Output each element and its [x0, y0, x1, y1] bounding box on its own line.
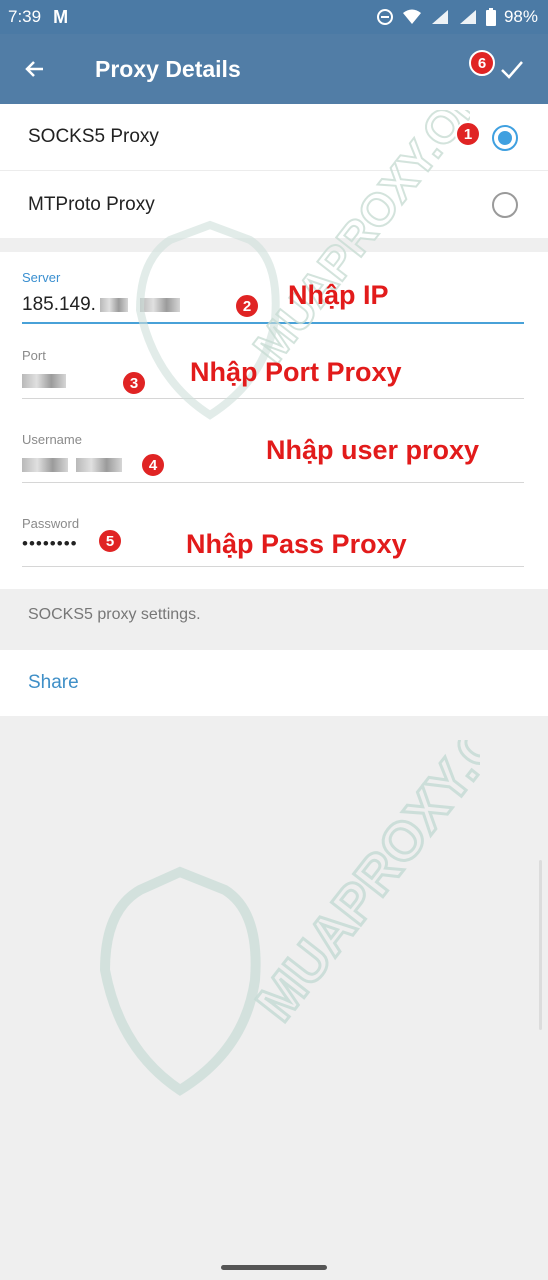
proxy-type-label: SOCKS5 Proxy: [28, 126, 159, 147]
redacted-mask: [22, 457, 68, 472]
watermark-logo: MUAPROXY.ORG: [99, 740, 480, 1096]
redacted-mask: [76, 457, 122, 472]
radio-unselected-icon[interactable]: [492, 192, 518, 218]
page-title: Proxy Details: [95, 55, 241, 82]
back-arrow-icon: [25, 61, 43, 77]
redacted-mask: [99, 297, 128, 312]
annotation-note: Nhập Port Proxy: [190, 357, 402, 387]
step-badge: 6: [469, 50, 495, 76]
check-icon: [501, 61, 523, 79]
save-button[interactable]: [494, 51, 530, 87]
status-icons: 98%: [376, 7, 538, 27]
redacted-mask: [22, 373, 66, 388]
username-label: Username: [22, 432, 82, 447]
radio-selected-icon[interactable]: [492, 125, 518, 151]
watermark-text: MUAPROXY.ORG: [245, 740, 480, 1032]
step-badge: 2: [234, 293, 260, 319]
gesture-nav-bar[interactable]: [221, 1265, 327, 1270]
username-input[interactable]: [22, 454, 122, 476]
server-input[interactable]: 185.149.: [22, 294, 180, 316]
annotation-note: Nhập user proxy: [266, 435, 480, 465]
redacted-mask: [139, 297, 180, 312]
step-badge: 3: [121, 370, 147, 396]
step-badge: 1: [455, 121, 481, 147]
signal-icon: [459, 10, 476, 24]
port-input[interactable]: [22, 370, 66, 392]
gmail-icon: M: [53, 6, 69, 27]
password-input[interactable]: ••••••••: [22, 534, 78, 554]
battery-icon: [485, 8, 496, 26]
password-label: Password: [22, 516, 80, 531]
back-button[interactable]: [0, 34, 70, 104]
port-label: Port: [22, 348, 46, 363]
server-field[interactable]: Server 185.149.: [22, 270, 524, 325]
port-underline: [22, 398, 524, 399]
battery-level: 98%: [503, 7, 538, 26]
signal-icon: [431, 10, 448, 24]
step-badge: 5: [97, 528, 123, 554]
dnd-icon: [376, 9, 393, 25]
proxy-type-mtproto[interactable]: MTProto Proxy: [0, 171, 548, 238]
share-section: Share: [0, 650, 548, 716]
server-label: Server: [22, 270, 61, 285]
annotation-note: Nhập Pass Proxy: [186, 529, 407, 559]
server-underline: [22, 322, 524, 324]
status-bar: 7:39 M 98%: [0, 0, 548, 34]
scrollbar[interactable]: [539, 860, 542, 1030]
info-text: SOCKS5 proxy settings.: [28, 606, 201, 623]
wifi-icon: [402, 9, 421, 24]
password-underline: [22, 566, 524, 567]
username-underline: [22, 482, 524, 483]
step-badge: 4: [140, 452, 166, 478]
annotation-note: Nhập IP: [288, 280, 389, 310]
status-time: 7:39: [8, 7, 42, 26]
share-button[interactable]: Share: [28, 672, 79, 694]
server-value: 185.149.: [22, 294, 96, 315]
proxy-type-label: MTProto Proxy: [28, 193, 155, 215]
app-bar: Proxy Details: [0, 34, 548, 104]
